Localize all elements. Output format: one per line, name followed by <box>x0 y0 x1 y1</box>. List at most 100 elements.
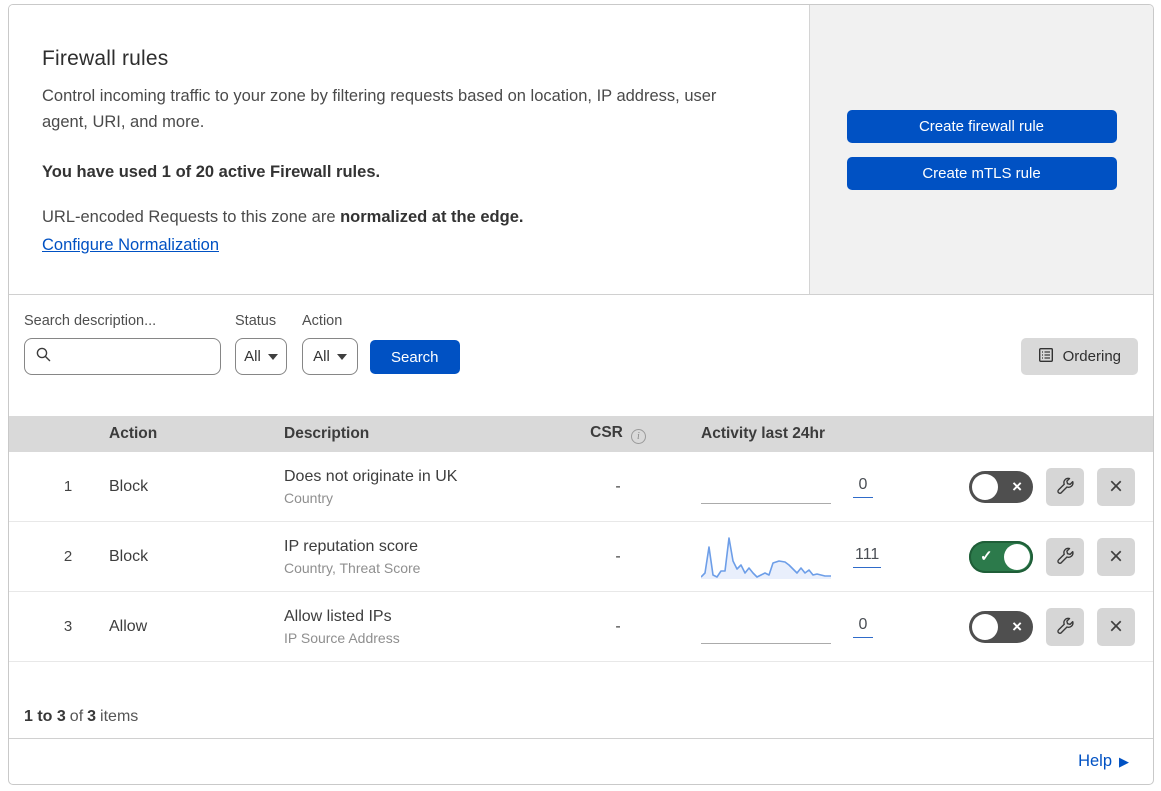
pagination-total: 3 <box>87 708 97 725</box>
action-select[interactable]: All <box>302 338 358 375</box>
edit-rule-button[interactable] <box>1046 467 1084 506</box>
table-row: 3 Allow Allow listed IPs IP Source Addre… <box>9 592 1153 662</box>
help-bar: Help ▶ <box>9 738 1153 784</box>
rule-description-cell: Allow listed IPs IP Source Address <box>284 608 563 646</box>
arrow-right-icon: ▶ <box>1119 753 1129 769</box>
activity-sparkline <box>701 465 831 509</box>
activity-count-link[interactable]: 0 <box>853 616 873 638</box>
rule-priority: 3 <box>63 618 73 635</box>
help-link[interactable]: Help ▶ <box>1078 752 1129 771</box>
pagination-range: 1 to 3 <box>24 708 66 725</box>
rule-controls: ✓ × × <box>913 607 1153 646</box>
wrench-icon <box>1056 547 1074 567</box>
rule-criteria: Country <box>284 489 334 506</box>
delete-rule-button[interactable]: × <box>1097 467 1135 506</box>
search-button[interactable]: Search <box>370 340 460 374</box>
create-firewall-rule-button[interactable]: Create firewall rule <box>846 109 1117 143</box>
search-icon <box>35 346 52 368</box>
help-label: Help <box>1078 752 1112 770</box>
action-filter-group: Action All <box>302 313 358 375</box>
rule-action: Block <box>109 477 149 495</box>
status-label: Status <box>235 313 277 329</box>
rule-action: Block <box>109 547 149 565</box>
header-section: Firewall rules Control incoming traffic … <box>9 5 1153 295</box>
rule-controls: ✓ × × <box>913 467 1153 506</box>
configure-normalization-link[interactable]: Configure Normalization <box>42 236 219 255</box>
search-input-box[interactable] <box>24 338 221 375</box>
column-csr: CSR i <box>563 424 673 444</box>
page-title: Firewall rules <box>42 47 169 70</box>
normalization-prefix: URL-encoded Requests to this zone are <box>42 208 341 226</box>
rule-criteria: IP Source Address <box>284 629 400 646</box>
delete-rule-button[interactable]: × <box>1097 537 1135 576</box>
table-row: 1 Block Does not originate in UK Country… <box>9 452 1153 522</box>
close-icon: × <box>1108 472 1123 500</box>
rule-priority: 2 <box>63 548 73 565</box>
toggle-knob <box>1004 543 1030 570</box>
close-icon: × <box>1108 612 1123 640</box>
filter-row: Search description... Status All Action … <box>24 313 1138 375</box>
rule-description-cell: IP reputation score Country, Threat Scor… <box>284 538 563 576</box>
check-icon: ✓ <box>980 547 993 565</box>
rule-enabled-toggle[interactable]: ✓ × <box>969 470 1033 503</box>
table-header: Action Description CSR i Activity last 24… <box>9 416 1153 452</box>
cross-icon: × <box>1012 616 1022 636</box>
delete-rule-button[interactable]: × <box>1097 607 1135 646</box>
firewall-rules-card: Firewall rules Control incoming traffic … <box>8 4 1154 785</box>
rule-action: Allow <box>109 617 148 635</box>
sparkline-flat-line <box>701 642 831 644</box>
csr-header-label: CSR <box>590 424 623 441</box>
pagination-items: items <box>100 708 139 725</box>
rule-description-cell: Does not originate in UK Country <box>284 468 563 506</box>
rule-activity-cell: 0 <box>673 465 913 509</box>
chevron-down-icon <box>267 353 278 360</box>
edit-rule-button[interactable] <box>1046 537 1084 576</box>
normalization-bold: normalized at the edge. <box>340 208 524 226</box>
cross-icon: × <box>1012 476 1022 496</box>
status-select[interactable]: All <box>235 338 287 375</box>
rule-csr: - <box>615 617 621 635</box>
ordering-button[interactable]: Ordering <box>1020 338 1138 375</box>
activity-count-link[interactable]: 0 <box>853 476 873 498</box>
usage-summary: You have used 1 of 20 active Firewall ru… <box>42 163 381 181</box>
rule-csr: - <box>615 477 621 495</box>
status-filter-group: Status All <box>235 313 287 375</box>
action-value: All <box>313 348 330 365</box>
rule-activity-cell: 0 <box>673 605 913 649</box>
wrench-icon <box>1056 617 1074 637</box>
activity-sparkline <box>701 535 831 579</box>
info-icon[interactable]: i <box>630 429 646 444</box>
rule-enabled-toggle[interactable]: ✓ × <box>969 610 1033 643</box>
rule-enabled-toggle[interactable]: ✓ × <box>969 540 1033 573</box>
rule-priority: 1 <box>63 478 73 495</box>
rule-description: Does not originate in UK <box>284 467 458 485</box>
rule-criteria: Country, Threat Score <box>284 559 421 576</box>
ordering-list-icon <box>1038 347 1054 367</box>
sparkline-line <box>701 536 831 578</box>
toggle-knob <box>972 473 998 500</box>
rule-description: Allow listed IPs <box>284 607 392 625</box>
column-activity: Activity last 24hr <box>701 425 826 442</box>
rule-controls: ✓ × × <box>913 537 1153 576</box>
firewall-rules-page: Firewall rules Control incoming traffic … <box>0 0 1161 791</box>
wrench-icon <box>1056 477 1074 497</box>
table-row: 2 Block IP reputation score Country, Thr… <box>9 522 1153 592</box>
activity-count-link[interactable]: 111 <box>853 546 882 568</box>
rule-description: IP reputation score <box>284 537 419 555</box>
close-icon: × <box>1108 542 1123 570</box>
rule-activity-cell: 111 <box>673 535 913 579</box>
create-mtls-rule-button[interactable]: Create mTLS rule <box>846 156 1117 190</box>
column-description: Description <box>284 425 370 442</box>
pagination-of: of <box>69 708 84 725</box>
column-action: Action <box>109 425 158 442</box>
sparkline-flat-line <box>701 502 831 504</box>
toggle-knob <box>972 613 998 640</box>
edit-rule-button[interactable] <box>1046 607 1084 646</box>
search-label: Search description... <box>24 313 157 329</box>
chevron-down-icon <box>336 353 347 360</box>
ordering-label: Ordering <box>1062 348 1121 365</box>
page-description: Control incoming traffic to your zone by… <box>42 87 717 131</box>
search-input[interactable] <box>59 348 210 365</box>
status-value: All <box>244 348 261 365</box>
filter-section: Search description... Status All Action … <box>9 295 1153 416</box>
